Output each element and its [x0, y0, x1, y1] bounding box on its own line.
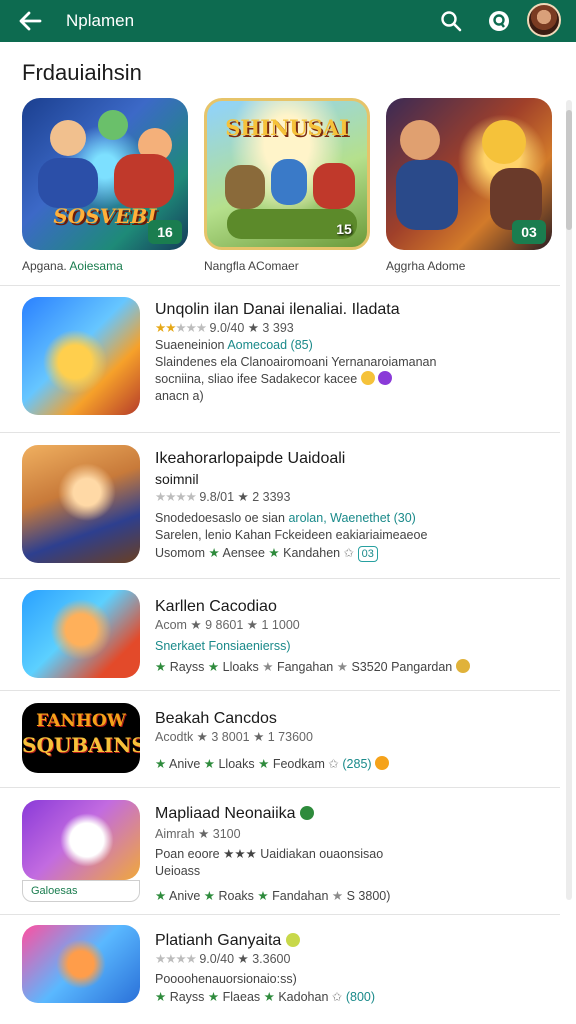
play-games-icon [489, 11, 509, 31]
app-description: Slaindenes ela Clanoairomoani Yernanaroi… [155, 355, 437, 369]
app-name: Unqolin ilan Danai ilenaliai. Iladata [155, 301, 400, 318]
scrollbar-thumb[interactable] [566, 110, 572, 230]
app-meta-line: Suaeneinion Aomecoad (85) [155, 338, 313, 352]
emoji-icon [299, 806, 314, 820]
featured-title-art: SHINUSAI [225, 115, 349, 140]
app-name: Platianh Ganyaita [155, 931, 552, 951]
section-title: Frdauiaihsin [22, 60, 142, 85]
emoji-icon [285, 933, 300, 947]
app-description: Sarelen, lenio Kahan Fckeideen eakiariai… [155, 528, 428, 542]
app-tags: ★ Anive ★ Lloaks ★ Feodkam ✩ (285) [155, 755, 552, 773]
emoji-icon [378, 371, 393, 385]
app-tags: ★ Rayss ★ Lloaks ★ Fangahan ★ S3520 Pang… [155, 658, 552, 676]
app-description: Ueioass [155, 864, 201, 878]
featured-thumbnail: 03 [386, 98, 552, 250]
featured-caption: Apgana. Aoiesama [22, 259, 123, 273]
list-item[interactable]: Platianh Ganyaita ★★★★ 9.0/40 ★ 3.3600 P… [0, 914, 560, 1024]
app-icon [22, 590, 140, 678]
app-description-3: anacn a) [155, 389, 204, 403]
list-item[interactable]: Ikeahorarlopaipde Uaidoali soimnil ★★★★ … [0, 432, 560, 578]
app-bar-title: Nplamen [66, 11, 135, 30]
emoji-icon [360, 371, 375, 385]
featured-thumbnail: SHINUSAI 15 [204, 98, 370, 250]
arrow-back-icon [19, 11, 42, 31]
app-meta-line: Snerkaet Fonsiaenierss) [155, 639, 291, 653]
featured-thumbnail: SOSVEBI 16 [22, 98, 188, 250]
app-tags: ★ Rayss ★ Flaeas ★ Kadohan ✩ (800) [155, 990, 376, 1004]
emoji-icon [455, 659, 470, 673]
featured-badge: 15 [336, 221, 352, 237]
app-meta-line: Snodedoesaslo oe sian arolan, Waenethet … [155, 511, 416, 525]
app-icon [22, 925, 140, 1003]
app-icon [22, 297, 140, 415]
featured-caption: Nangfla AComaer [204, 259, 299, 273]
app-overlay-label: Galoesas [22, 880, 140, 902]
app-icon: FANHOW SQUBAINS [22, 703, 140, 773]
app-tags: ★ Anive ★ Roaks ★ Fandahan ★ S 3800) [155, 889, 391, 903]
app-name: Ikeahorarlopaipde Uaidoali [155, 450, 346, 467]
featured-badge: 03 [512, 220, 546, 244]
app-name: Mapliaad Neonaiika [155, 804, 552, 824]
rating-stars: ★★★★ [155, 952, 197, 966]
app-name: Beakah Cancdos [155, 710, 277, 727]
app-rating: Acom ★ 9 8601 ★ 1 1000 [155, 618, 300, 632]
emoji-icon [375, 756, 390, 770]
app-description-2: socniina, sliao ifee Sadakecor kacee [155, 371, 552, 388]
app-rating: Acodtk ★ 3 8001 ★ 1 73600 [155, 730, 313, 744]
back-button[interactable] [14, 5, 46, 37]
featured-card-3[interactable]: 03 Aggrha Adome [386, 98, 552, 273]
featured-card-2[interactable]: SHINUSAI 15 Nangfla AComaer [204, 98, 370, 273]
app-rating: ★★★★ 9.0/40 ★ 3.3600 [155, 952, 291, 966]
featured-card-1[interactable]: SOSVEBI 16 Apgana. Aoiesama [22, 98, 188, 273]
list-item[interactable]: Unqolin ilan Danai ilenaliai. Iladata ★★… [0, 285, 560, 432]
list-item[interactable]: FANHOW SQUBAINS Beakah Cancdos Acodtk ★ … [0, 690, 560, 787]
top-app-bar: Nplamen [0, 0, 576, 42]
rating-stars: ★★★★★ [155, 321, 207, 335]
app-tags: Usomom ★ Aensee ★ Kandahen ✩ 03 [155, 544, 552, 562]
count-label: (285) [342, 757, 372, 771]
search-button[interactable] [436, 6, 466, 36]
count-pill: 03 [357, 546, 378, 562]
app-meta-line: Poan eoore ★★★ Uaidiakan ouaonsisao [155, 847, 384, 861]
app-icon [22, 445, 140, 563]
play-games-button[interactable] [484, 6, 514, 36]
count-label: (800) [345, 990, 376, 1004]
app-icon [22, 800, 140, 880]
app-name: Karllen Cacodiao [155, 598, 277, 615]
featured-caption: Aggrha Adome [386, 259, 466, 273]
app-rating: Aimrah ★ 3100 [155, 827, 241, 841]
app-subname: soimnil [155, 471, 199, 487]
app-meta-line: Poooohenauorsionaio:ss) [155, 972, 297, 986]
user-avatar[interactable] [527, 3, 561, 37]
list-item[interactable]: Galoesas Mapliaad Neonaiika Aimrah ★ 310… [0, 787, 560, 914]
app-rating: ★★★★ 9.8/01 ★ 2 3393 [155, 490, 291, 504]
rating-stars: ★★★★ [155, 490, 197, 504]
app-rating: ★★★★★ 9.0/40 ★ 3 393 [155, 321, 294, 335]
list-item[interactable]: Karllen Cacodiao Acom ★ 9 8601 ★ 1 1000 … [0, 578, 560, 690]
search-icon [441, 11, 462, 32]
featured-badge: 16 [148, 220, 182, 244]
